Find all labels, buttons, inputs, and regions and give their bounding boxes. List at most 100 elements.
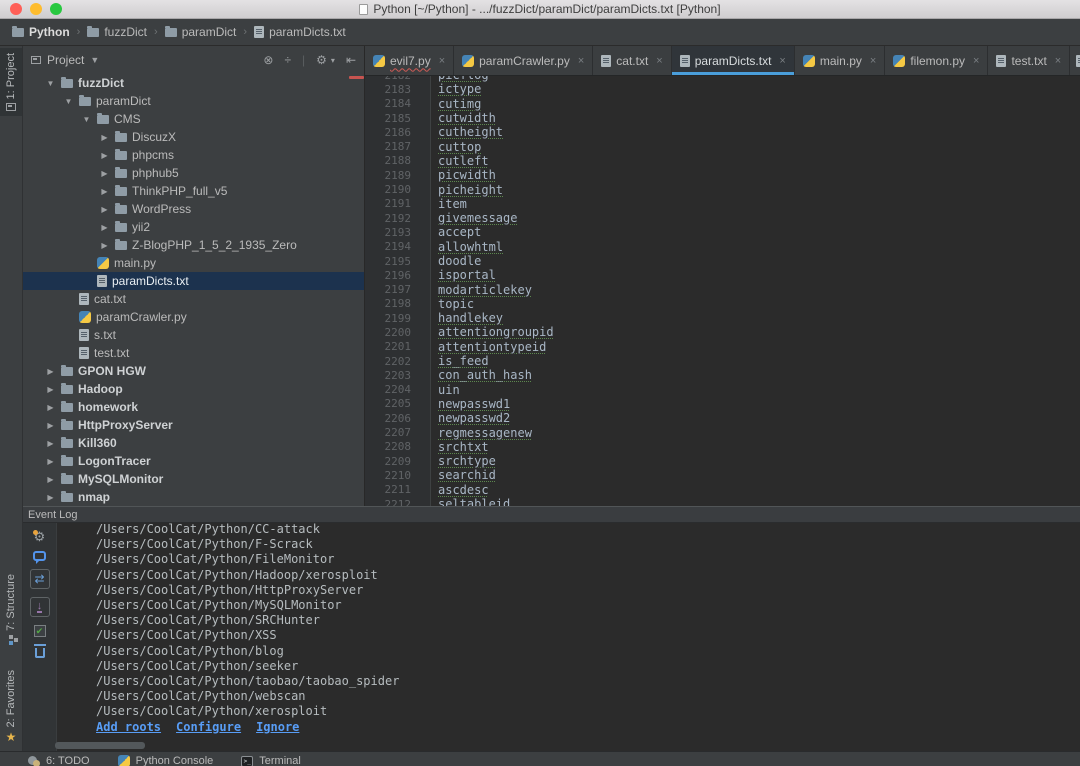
- chevron-collapsed-icon[interactable]: ▶: [99, 187, 110, 196]
- close-icon[interactable]: ×: [656, 55, 662, 67]
- line-number: 2198: [384, 297, 412, 311]
- chevron-expanded-icon[interactable]: ▼: [45, 79, 56, 88]
- tab-main.py[interactable]: main.py ×: [795, 46, 886, 75]
- tree-row[interactable]: ▶ Hadoop: [23, 380, 364, 398]
- breadcrumb-item-python[interactable]: Python: [10, 25, 72, 39]
- breadcrumb-item-paramdict[interactable]: paramDict: [163, 25, 239, 39]
- tree-row[interactable]: ▶ homework: [23, 398, 364, 416]
- tree-row[interactable]: ▶ WordPress: [23, 200, 364, 218]
- tree-row[interactable]: ▼ fuzzDict: [23, 74, 364, 92]
- event-log-header[interactable]: Event Log: [23, 506, 1080, 523]
- chevron-collapsed-icon[interactable]: ▶: [45, 421, 56, 430]
- tree-row[interactable]: s.txt: [23, 326, 364, 344]
- tab-paramDicts.txt[interactable]: paramDicts.txt ×: [671, 46, 795, 75]
- line-number: 2194: [384, 240, 412, 254]
- close-icon[interactable]: ×: [1055, 55, 1061, 67]
- chevron-down-icon[interactable]: ▼: [90, 55, 99, 65]
- tree-row[interactable]: ▼ paramDict: [23, 92, 364, 110]
- settings-wrench-icon[interactable]: ⚙: [32, 530, 45, 543]
- breadcrumb-item-paramdicts.txt[interactable]: paramDicts.txt: [252, 25, 348, 39]
- close-icon[interactable]: ×: [870, 55, 876, 67]
- statusbar-item-python[interactable]: Python Console: [117, 755, 213, 766]
- tab-test.txt[interactable]: test.txt ×: [988, 46, 1071, 75]
- tree-row[interactable]: ▶ MySQLMonitor: [23, 470, 364, 488]
- chevron-expanded-icon[interactable]: ▼: [81, 115, 92, 124]
- chevron-collapsed-icon[interactable]: ▶: [99, 151, 110, 160]
- horizontal-scrollbar[interactable]: [55, 742, 145, 749]
- status-bar: 6: TODO Python Console >_ Terminal: [0, 751, 1080, 766]
- close-icon[interactable]: ×: [578, 55, 584, 67]
- chevron-collapsed-icon[interactable]: ▶: [45, 493, 56, 502]
- tree-row[interactable]: paramCrawler.py: [23, 308, 364, 326]
- tree-row[interactable]: ▶ Kill360: [23, 434, 364, 452]
- locate-file-icon[interactable]: ⊗: [263, 53, 273, 67]
- close-icon[interactable]: ×: [439, 55, 445, 67]
- chevron-collapsed-icon[interactable]: ▶: [45, 439, 56, 448]
- line-number: 2183: [384, 82, 412, 96]
- add-roots-link[interactable]: Add roots: [96, 720, 161, 735]
- tab-cat.txt[interactable]: cat.txt ×: [593, 46, 672, 75]
- chevron-collapsed-icon[interactable]: ▶: [45, 403, 56, 412]
- chevron-collapsed-icon[interactable]: ▶: [45, 367, 56, 376]
- chevron-collapsed-icon[interactable]: ▶: [99, 169, 110, 178]
- tree-row[interactable]: ▶ LogonTracer: [23, 452, 364, 470]
- chevron-collapsed-icon[interactable]: ▶: [45, 457, 56, 466]
- close-icon[interactable]: ×: [779, 55, 785, 67]
- workspace: 1: Project 7: Structure 2: Favorites ★ P…: [0, 46, 1080, 751]
- editor-body[interactable]: 2182 picflog 2183 ictype 2184 cutimg 2185 cutwi…: [365, 76, 1080, 506]
- minimize-window-button[interactable]: [30, 3, 42, 15]
- tree-row[interactable]: main.py: [23, 254, 364, 272]
- tree-row[interactable]: ▶ phphub5: [23, 164, 364, 182]
- chevron-expanded-icon[interactable]: ▼: [63, 97, 74, 106]
- line-number: 2185: [384, 111, 412, 125]
- tab-paramCrawler.py[interactable]: paramCrawler.py ×: [454, 46, 594, 75]
- tree-row[interactable]: ▼ CMS: [23, 110, 364, 128]
- structure-tool-icon: [9, 635, 13, 639]
- chevron-collapsed-icon[interactable]: ▶: [99, 205, 110, 214]
- zoom-window-button[interactable]: [50, 3, 62, 15]
- tree-row[interactable]: ▶ GPON HGW: [23, 362, 364, 380]
- ignore-link[interactable]: Ignore: [256, 720, 299, 735]
- tool-window-button-favorites[interactable]: 2: Favorites ★: [0, 665, 22, 748]
- collapse-all-icon[interactable]: ÷: [284, 53, 291, 67]
- statusbar-item-todo[interactable]: 6: TODO: [28, 755, 90, 766]
- close-icon[interactable]: ×: [973, 55, 979, 67]
- code-area[interactable]: 2182 picflog 2183 ictype 2184 cutimg 2185 cutwi…: [365, 76, 1080, 506]
- chat-bubble-icon[interactable]: [33, 551, 46, 564]
- code-line: 2185 cutwidth: [365, 111, 1080, 125]
- project-panel-title[interactable]: Project: [47, 53, 84, 67]
- tree-row[interactable]: paramDicts.txt: [23, 272, 364, 290]
- tab-evil7.py[interactable]: evil7.py ×: [365, 46, 455, 75]
- chevron-collapsed-icon[interactable]: ▶: [99, 241, 110, 250]
- tree-row[interactable]: ▶ HttpProxyServer: [23, 416, 364, 434]
- statusbar-item-terminal[interactable]: >_ Terminal: [241, 755, 301, 766]
- chevron-collapsed-icon[interactable]: ▶: [45, 475, 56, 484]
- chevron-collapsed-icon[interactable]: ▶: [99, 133, 110, 142]
- editor-tab-bar: evil7.py × paramCrawler.py × cat.txt × paramDi…: [365, 46, 1080, 76]
- tree-row[interactable]: ▶ Z-BlogPHP_1_5_2_1935_Zero: [23, 236, 364, 254]
- configure-link[interactable]: Configure: [176, 720, 241, 735]
- tree-row[interactable]: test.txt: [23, 344, 364, 362]
- gear-icon[interactable]: ⚙: [316, 53, 327, 67]
- tree-row[interactable]: cat.txt: [23, 290, 364, 308]
- breadcrumb-label: paramDicts.txt: [269, 25, 346, 39]
- tree-row[interactable]: ▶ DiscuzX: [23, 128, 364, 146]
- trash-icon[interactable]: [33, 644, 46, 658]
- soft-wrap-toggle[interactable]: ⇄: [29, 569, 50, 589]
- breadcrumb-item-fuzzdict[interactable]: fuzzDict: [85, 25, 149, 39]
- tree-row[interactable]: ▶ ThinkPHP_full_v5: [23, 182, 364, 200]
- tree-row[interactable]: ▶ nmap: [23, 488, 364, 506]
- tree-row[interactable]: ▶ phpcms: [23, 146, 364, 164]
- scroll-to-end-toggle[interactable]: ↓: [29, 597, 50, 617]
- close-window-button[interactable]: [10, 3, 22, 15]
- chevron-collapsed-icon[interactable]: ▶: [45, 385, 56, 394]
- tab-partial[interactable]: [1070, 46, 1080, 75]
- mark-all-read-icon[interactable]: ✔: [33, 625, 46, 637]
- tool-window-button-structure[interactable]: 7: Structure: [0, 569, 22, 650]
- tool-window-button-project[interactable]: 1: Project: [0, 48, 22, 117]
- tree-row[interactable]: ▶ yii2: [23, 218, 364, 236]
- chevron-collapsed-icon[interactable]: ▶: [99, 223, 110, 232]
- tab-filemon.py[interactable]: filemon.py ×: [885, 46, 989, 75]
- line-number: 2182: [365, 76, 412, 82]
- hide-panel-icon[interactable]: ⇤: [346, 53, 356, 67]
